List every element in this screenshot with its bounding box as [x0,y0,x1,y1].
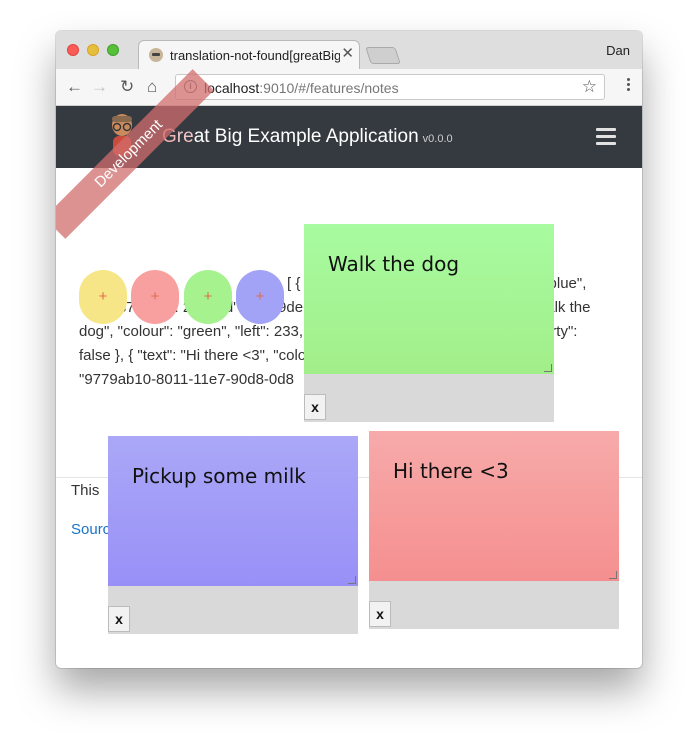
back-arrow-icon[interactable]: ← [66,77,83,97]
tab-close-icon[interactable]: ✕ [341,46,354,62]
close-window-icon[interactable] [67,44,79,56]
sticky-note-walk-the-dog[interactable]: Walk the dog x [304,224,554,422]
address-bar[interactable]: i localhost:9010/#/features/notes ☆ [175,74,605,100]
note-footer: x [304,374,554,422]
tab-strip: translation-not-found[greatBig ✕ Dan [56,31,642,69]
note-text[interactable]: Pickup some milk [132,464,306,488]
forward-arrow-icon[interactable]: → [91,77,108,97]
resize-grip-icon[interactable] [348,576,356,584]
browser-window: translation-not-found[greatBig ✕ Dan ← →… [56,31,642,668]
browser-menu-icon[interactable] [627,76,630,93]
minimize-window-icon[interactable] [87,44,99,56]
app-title-accent: re [176,126,194,147]
resize-grip-icon[interactable] [544,364,552,372]
url-text[interactable]: localhost:9010/#/features/notes [204,80,399,96]
delete-note-button[interactable]: x [108,606,130,632]
feature-description: This [71,482,100,499]
bookmark-star-icon[interactable]: ☆ [582,77,597,97]
sticky-note-hi-there[interactable]: Hi there <3 x [369,431,619,629]
url-path: :9010/#/features/notes [259,80,399,96]
new-tab-button[interactable] [365,47,401,64]
add-blue-note-button[interactable]: + [236,270,284,324]
delete-note-button[interactable]: x [304,394,326,420]
app-title[interactable]: Great Big Example Application v0.0.0 [162,126,453,148]
profile-name[interactable]: Dan [606,43,630,58]
note-text[interactable]: Walk the dog [328,252,459,276]
add-yellow-note-button[interactable]: + [79,270,127,324]
note-body[interactable]: Pickup some milk [108,436,358,586]
favicon-icon [149,48,163,62]
hamburger-menu-icon[interactable] [596,128,616,149]
delete-note-button[interactable]: x [369,601,391,627]
app-title-rest: at Big Example Application [193,126,419,147]
note-body[interactable]: Hi there <3 [369,431,619,581]
browser-tab[interactable]: translation-not-found[greatBig ✕ [138,40,360,69]
app-version: v0.0.0 [422,133,453,145]
note-footer: x [369,581,619,629]
add-green-note-button[interactable]: + [184,270,232,324]
note-text[interactable]: Hi there <3 [393,459,509,483]
sticky-note-pickup-some-milk[interactable]: Pickup some milk x [108,436,358,634]
maximize-window-icon[interactable] [107,44,119,56]
reload-icon[interactable]: ↻ [120,77,134,97]
resize-grip-icon[interactable] [609,571,617,579]
tab-title: translation-not-found[greatBig [170,48,340,63]
browser-toolbar: ← → ↻ ⌂ i localhost:9010/#/features/note… [56,69,642,106]
home-icon[interactable]: ⌂ [147,77,157,97]
note-body[interactable]: Walk the dog [304,224,554,374]
add-red-note-button[interactable]: + [131,270,179,324]
note-footer: x [108,586,358,634]
